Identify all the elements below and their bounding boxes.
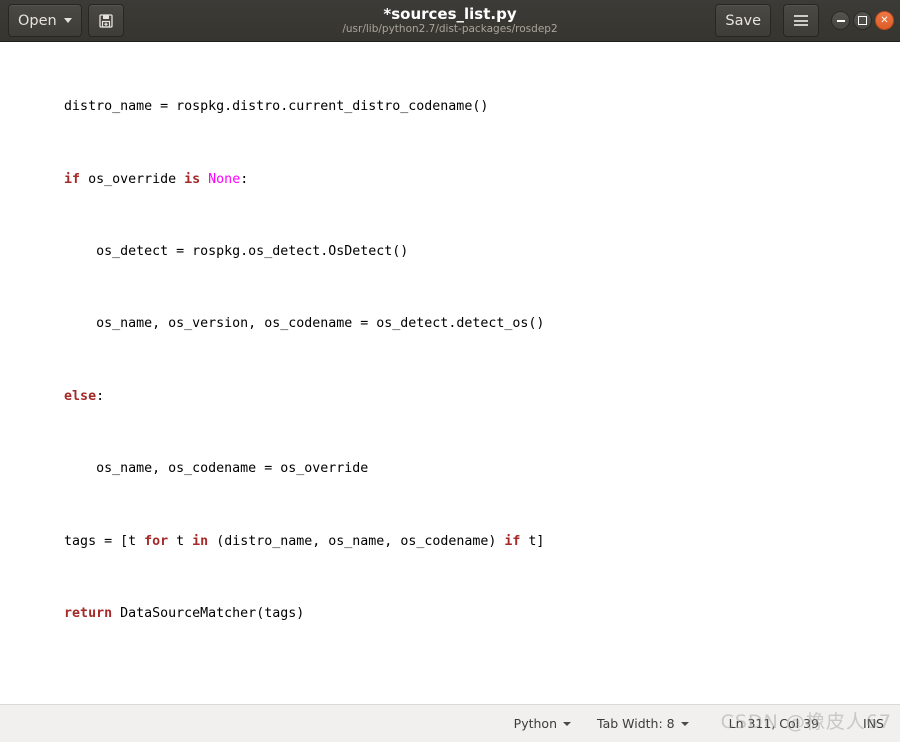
close-button[interactable]: ✕ [875, 11, 894, 30]
tab-width-label: Tab Width: 8 [597, 716, 675, 731]
chevron-down-icon [680, 721, 689, 726]
tab-width-selector[interactable]: Tab Width: 8 [597, 716, 689, 731]
code-line[interactable]: os_name, os_version, os_codename = os_de… [0, 315, 900, 333]
save-as-icon [99, 13, 113, 28]
window-titlebar: Open *sources_list.py /usr/lib/python2.7… [0, 0, 900, 42]
code-line[interactable]: os_name, os_codename = os_override [0, 460, 900, 478]
close-icon: ✕ [880, 14, 889, 26]
language-label: Python [513, 716, 558, 731]
code-line[interactable]: return DataSourceMatcher(tags) [0, 605, 900, 623]
titlebar-right-controls: Save ✕ [715, 4, 894, 37]
code-line-text: distro_name = rospkg.distro.current_dist… [0, 99, 489, 115]
source-code[interactable]: distro_name = rospkg.distro.current_dist… [0, 44, 900, 704]
code-line-blank[interactable] [0, 677, 900, 695]
minimize-icon [836, 19, 845, 22]
code-editor-area[interactable]: distro_name = rospkg.distro.current_dist… [0, 42, 900, 704]
insert-mode-indicator: INS [863, 716, 884, 731]
page-title: *sources_list.py [383, 4, 517, 23]
open-button-label: Open [18, 12, 57, 29]
window-controls: ✕ [831, 11, 894, 30]
minimize-button[interactable] [831, 11, 850, 30]
document-path: /usr/lib/python2.7/dist-packages/rosdep2 [342, 22, 558, 35]
save-as-button[interactable] [87, 4, 124, 37]
code-line[interactable]: else: [0, 388, 900, 406]
code-line[interactable]: if os_override is None: [0, 171, 900, 189]
language-selector[interactable]: Python [513, 716, 572, 731]
save-button[interactable]: Save [715, 4, 771, 37]
status-bar: Python Tab Width: 8 Ln 311, Col 39 INS C… [0, 704, 900, 742]
maximize-button[interactable] [853, 11, 872, 30]
code-line[interactable]: distro_name = rospkg.distro.current_dist… [0, 98, 900, 116]
cursor-position: Ln 311, Col 39 [728, 716, 820, 731]
menu-button[interactable] [783, 4, 819, 37]
chevron-down-icon [563, 721, 572, 726]
chevron-down-icon [63, 18, 72, 23]
code-line[interactable]: os_detect = rospkg.os_detect.OsDetect() [0, 243, 900, 261]
code-line[interactable]: tags = [t for t in (distro_name, os_name… [0, 533, 900, 551]
maximize-icon [858, 16, 867, 25]
hamburger-menu-icon [794, 15, 808, 26]
open-button[interactable]: Open [8, 4, 82, 37]
